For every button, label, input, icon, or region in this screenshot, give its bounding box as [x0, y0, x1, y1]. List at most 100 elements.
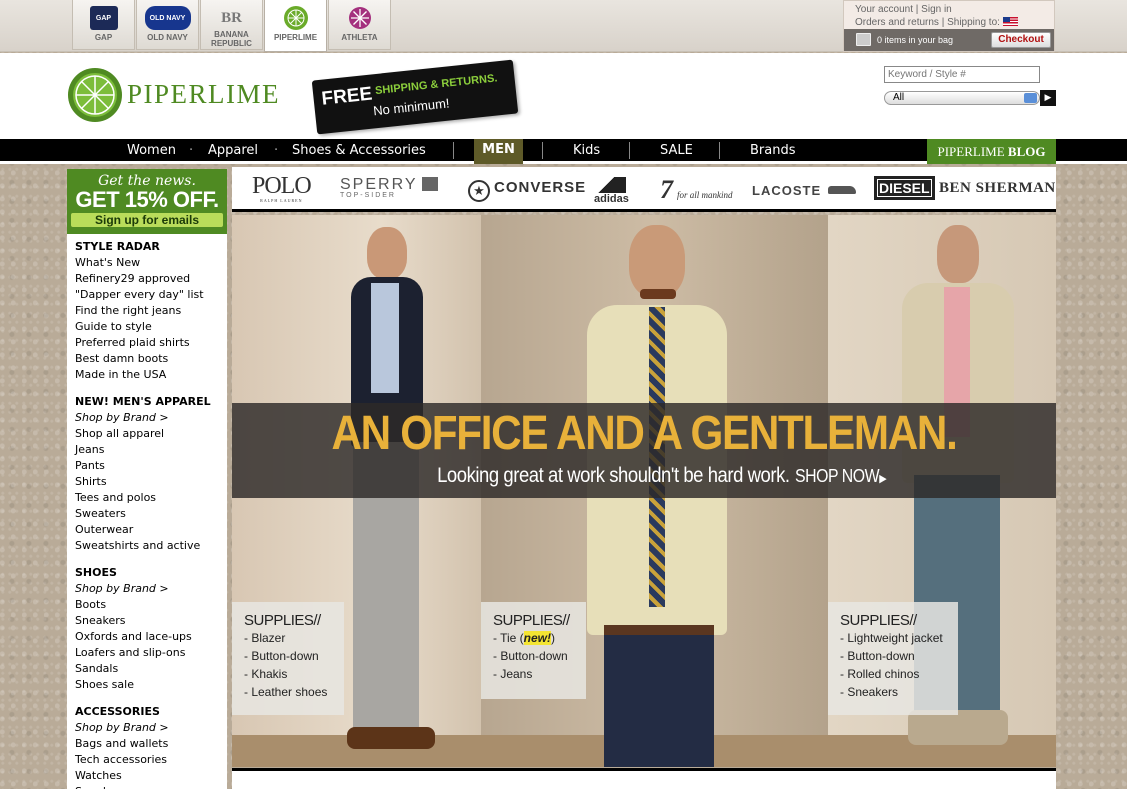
shopping-bag-bar: 0 items in your bag Checkout — [844, 29, 1054, 51]
left-nav-link[interactable]: "Dapper every day" list — [75, 287, 225, 303]
left-nav-link[interactable]: Preferred plaid shirts — [75, 335, 225, 351]
seven-icon: 7 — [660, 175, 673, 204]
tab-label: ATHLETA — [341, 33, 378, 42]
search-go-button[interactable]: ▶ — [1040, 90, 1056, 106]
tab-label: GAP — [94, 33, 113, 42]
shop-by-brand-link[interactable]: Shop by Brand > — [75, 720, 225, 736]
select-arrows-icon — [1024, 93, 1037, 103]
left-nav-link[interactable]: Sunglasses — [75, 784, 225, 789]
promo-line-3: Sign up for emails — [71, 213, 223, 227]
left-nav-link[interactable]: Made in the USA — [75, 367, 225, 383]
supplies-item: - Leather shoes — [244, 685, 328, 699]
search-category-select[interactable]: All — [884, 91, 1040, 105]
left-nav-link[interactable]: Bags and wallets — [75, 736, 225, 752]
left-nav-link[interactable]: Tees and polos — [75, 490, 225, 506]
caret-right-icon: ▶ — [879, 473, 887, 485]
tab-label: PIPERLIME — [273, 33, 318, 42]
brand-ben-sherman[interactable]: BEN SHERMAN — [939, 179, 1056, 197]
shipping-returns-text: SHIPPING & RETURNS. — [374, 72, 498, 98]
supplies-box-middle[interactable]: SUPPLIES// - Tie (new!) - Button-down - J… — [481, 602, 586, 699]
sailboat-icon — [421, 177, 438, 191]
nav-divider — [719, 142, 720, 159]
crocodile-icon — [828, 186, 857, 194]
tab-piperlime[interactable]: PIPERLIME — [264, 0, 327, 52]
tab-athleta[interactable]: ATHLETA — [328, 0, 391, 50]
brand-converse[interactable]: ★ CONVERSE — [468, 179, 586, 202]
free-shipping-badge[interactable]: FREE SHIPPING & RETURNS. No minimum! — [311, 59, 519, 135]
left-nav-link[interactable]: Sweaters — [75, 506, 225, 522]
checkout-button[interactable]: Checkout — [991, 32, 1051, 48]
left-nav-link[interactable]: Jeans — [75, 442, 225, 458]
supplies-item: - Sneakers — [840, 685, 899, 699]
converse-star-icon: ★ — [468, 180, 490, 202]
shop-by-brand-link[interactable]: Shop by Brand > — [75, 410, 225, 426]
left-nav-link[interactable]: Tech accessories — [75, 752, 225, 768]
hero-banner[interactable]: AN OFFICE AND A GENTLEMAN. Looking great… — [232, 215, 1056, 767]
tab-old-navy[interactable]: OLD NAVY OLD NAVY — [136, 0, 199, 50]
supplies-title: SUPPLIES// — [244, 612, 321, 629]
supplies-box-right[interactable]: SUPPLIES// - Lightweight jacket - Button-… — [828, 602, 958, 715]
logo-wordmark: PIPERLIME — [127, 79, 281, 109]
left-nav-link[interactable]: What's New — [75, 255, 225, 271]
section-style-radar: STYLE RADAR — [75, 240, 160, 253]
supplies-box-left[interactable]: SUPPLIES// - Blazer - Button-down - Khakis… — [232, 602, 344, 715]
shoes-list: Boots Sneakers Oxfords and lace-ups Loafers… — [75, 597, 225, 693]
left-nav-link[interactable]: Best damn boots — [75, 351, 225, 367]
accessories-list: Bags and walletsTech accessoriesWatchesS… — [75, 736, 225, 789]
bag-count-text[interactable]: 0 items in your bag — [877, 35, 953, 45]
your-account-link[interactable]: Your account — [855, 4, 913, 15]
gap-logo-icon: GAP — [89, 6, 118, 30]
shopping-bag-icon[interactable] — [856, 33, 871, 46]
supplies-title: SUPPLIES// — [493, 612, 570, 629]
left-nav-link[interactable]: Guide to style — [75, 319, 225, 335]
left-nav-link[interactable]: Outerwear — [75, 522, 225, 538]
nav-women[interactable]: Women — [127, 143, 176, 158]
tab-gap[interactable]: GAP GAP — [72, 0, 135, 50]
left-nav-link[interactable]: Refinery29 approved — [75, 271, 225, 287]
left-sidebar: STYLE RADAR What's New Refinery29 approve… — [67, 169, 227, 789]
hero-subline-row: Looking great at work shouldn't be hard … — [232, 461, 1056, 494]
brand-diesel[interactable]: DIESEL — [874, 176, 935, 200]
brand-sperry[interactable]: SPERRY TOP-SIDER — [340, 176, 438, 199]
email-signup-promo[interactable]: Get the news. GET 15% OFF. Sign up for e… — [67, 169, 227, 234]
nav-sale[interactable]: SALE — [660, 143, 693, 158]
search-input[interactable] — [884, 66, 1040, 83]
orders-returns-link[interactable]: Orders and returns — [855, 17, 939, 28]
brand-adidas[interactable]: adidas — [594, 177, 629, 205]
nav-dot: · — [189, 143, 194, 158]
left-nav-link[interactable]: Oxfords and lace-ups — [75, 629, 225, 645]
left-nav-link[interactable]: Boots — [75, 597, 225, 613]
nav-men[interactable]: MEN — [474, 139, 523, 164]
nav-apparel[interactable]: Apparel — [208, 143, 258, 158]
left-nav-link[interactable]: Shop all apparel — [75, 426, 225, 442]
shop-by-brand-link[interactable]: Shop by Brand > — [75, 581, 225, 597]
brand-7-for-all-mankind[interactable]: 7 for all mankind — [660, 175, 733, 205]
left-nav-link[interactable]: Loafers and slip-ons — [75, 645, 225, 661]
us-flag-icon[interactable] — [1002, 17, 1018, 26]
left-nav-link[interactable]: Find the right jeans — [75, 303, 225, 319]
left-nav-link[interactable]: Sweatshirts and active — [75, 538, 225, 554]
hero-subline: Looking great at work shouldn't be hard … — [437, 464, 790, 487]
brand-lacoste[interactable]: LACOSTE — [752, 182, 857, 200]
tab-banana-republic[interactable]: BR BANANA REPUBLIC — [200, 0, 263, 50]
left-nav-link[interactable]: Sneakers — [75, 613, 225, 629]
nav-divider — [629, 142, 630, 159]
nav-kids[interactable]: Kids — [573, 143, 600, 158]
piperlime-blog-link[interactable]: PIPERLIME BLOG — [927, 139, 1056, 164]
sign-in-link[interactable]: Sign in — [921, 4, 952, 15]
nav-shoes-accessories[interactable]: Shoes & Accessories — [292, 143, 426, 158]
left-nav-link[interactable]: Shoes sale — [75, 677, 225, 693]
left-nav-link[interactable]: Watches — [75, 768, 225, 784]
style-radar-list: What's New Refinery29 approved "Dapper eve… — [75, 255, 225, 383]
piperlime-logo[interactable]: PIPERLIME — [67, 67, 282, 123]
supplies-item: - Button-down — [493, 649, 568, 663]
athleta-flower-icon — [346, 6, 374, 30]
nav-brands[interactable]: Brands — [750, 143, 796, 158]
shop-now-link[interactable]: SHOP NOW▶ — [795, 461, 887, 494]
left-nav-link[interactable]: Pants — [75, 458, 225, 474]
supplies-item: - Blazer — [244, 631, 286, 645]
free-text: FREE — [320, 83, 374, 110]
left-nav-link[interactable]: Sandals — [75, 661, 225, 677]
left-nav-link[interactable]: Shirts — [75, 474, 225, 490]
brand-polo[interactable]: POLO RALPH LAUREN — [252, 173, 312, 203]
